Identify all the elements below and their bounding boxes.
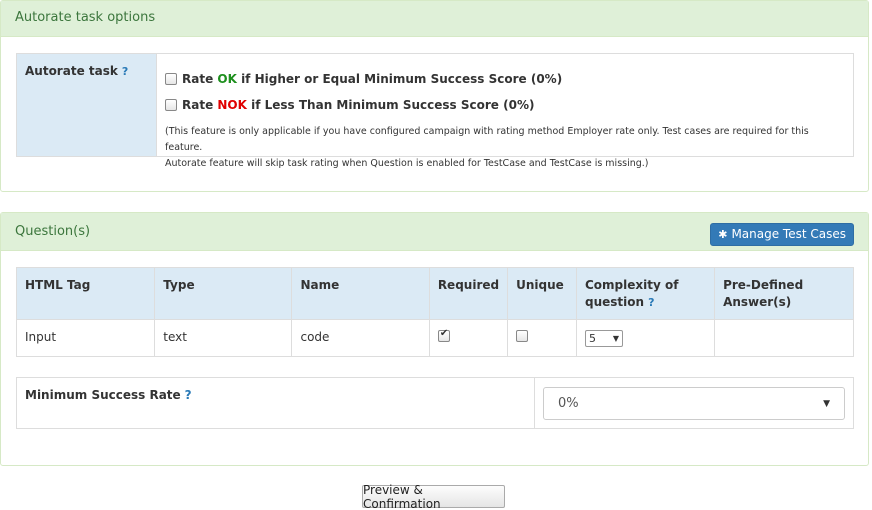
questions-panel: Question(s) ✱ Manage Test Cases HTML Tag… (0, 212, 869, 466)
caret-down-icon: ▼ (612, 334, 619, 343)
questions-panel-title: Question(s) (15, 224, 91, 239)
min-success-label-cell: Minimum Success Rate? (17, 378, 535, 428)
col-complexity: Complexity of question? (575, 267, 716, 320)
autorate-box: Autorate task? Rate OK if Higher or Equa… (16, 53, 854, 169)
min-success-label: Minimum Success Rate (25, 388, 181, 402)
complexity-select[interactable]: 5 ▼ (585, 330, 623, 347)
complexity-help-icon[interactable]: ? (648, 296, 654, 309)
col-predefined-answers: Pre-Defined Answer(s) (714, 267, 854, 320)
cell-complexity: 5 ▼ (575, 319, 716, 357)
rate-ok-keyword: OK (217, 72, 237, 86)
rate-nok-suffix: if Less Than Minimum Success Score (0%) (246, 98, 535, 112)
cell-unique (507, 319, 577, 357)
autorate-label: Autorate task (25, 64, 118, 78)
col-type: Type (154, 267, 293, 320)
autorate-panel-title: Autorate task options (1, 1, 868, 37)
unique-checkbox[interactable] (516, 330, 529, 342)
complexity-value: 5 (589, 332, 596, 345)
col-html-tag: HTML Tag (15, 267, 156, 320)
cell-predefined (714, 319, 854, 357)
col-unique: Unique (507, 267, 577, 320)
rate-nok-checkbox[interactable] (165, 99, 177, 111)
cell-html-tag: Input (15, 319, 156, 357)
col-name: Name (291, 267, 430, 320)
cell-type: text (154, 319, 293, 357)
rate-ok-prefix: Rate (182, 72, 218, 86)
rate-ok-checkbox[interactable] (165, 73, 177, 85)
caret-down-icon: ▼ (823, 398, 830, 409)
rate-nok-option[interactable]: Rate NOK if Less Than Minimum Success Sc… (165, 92, 845, 118)
questions-panel-heading: Question(s) ✱ Manage Test Cases (1, 213, 868, 251)
table-row: Input text code 5 ▼ (15, 319, 854, 357)
rate-ok-option[interactable]: Rate OK if Higher or Equal Minimum Succe… (165, 66, 845, 92)
table-header-row: HTML Tag Type Name Required Unique Compl… (15, 267, 854, 320)
gear-icon: ✱ (718, 228, 728, 241)
min-success-value: 0% (558, 396, 579, 411)
rate-ok-suffix: if Higher or Equal Minimum Success Score… (236, 72, 563, 86)
autorate-options: Rate OK if Higher or Equal Minimum Succe… (157, 54, 853, 169)
cell-required (428, 319, 509, 357)
min-success-help-icon[interactable]: ? (185, 388, 192, 402)
autorate-label-cell: Autorate task? (17, 54, 157, 156)
rate-nok-prefix: Rate (182, 98, 218, 112)
col-complexity-line2: question (585, 295, 645, 309)
autorate-help-icon[interactable]: ? (122, 65, 128, 78)
min-success-select[interactable]: 0% ▼ (543, 387, 845, 420)
autorate-note: (This feature is only applicable if you … (165, 124, 845, 172)
min-success-rate-box: Minimum Success Rate? 0% ▼ (16, 377, 854, 429)
autorate-note-line2: Autorate feature will skip task rating w… (165, 158, 649, 169)
col-complexity-line1: Complexity of (585, 278, 679, 292)
col-required: Required (428, 267, 509, 320)
autorate-panel: Autorate task options Autorate task? Rat… (0, 0, 869, 192)
required-checkbox[interactable] (437, 328, 450, 342)
autorate-note-line1: (This feature is only applicable if you … (165, 126, 809, 153)
preview-confirmation-button[interactable]: Preview & Confirmation (362, 483, 505, 510)
manage-test-cases-label: Manage Test Cases (731, 227, 846, 241)
cell-name: code (291, 319, 430, 357)
rate-nok-keyword: NOK (217, 98, 247, 112)
manage-test-cases-button[interactable]: ✱ Manage Test Cases (710, 223, 854, 246)
questions-table: HTML Tag Type Name Required Unique Compl… (15, 267, 854, 357)
